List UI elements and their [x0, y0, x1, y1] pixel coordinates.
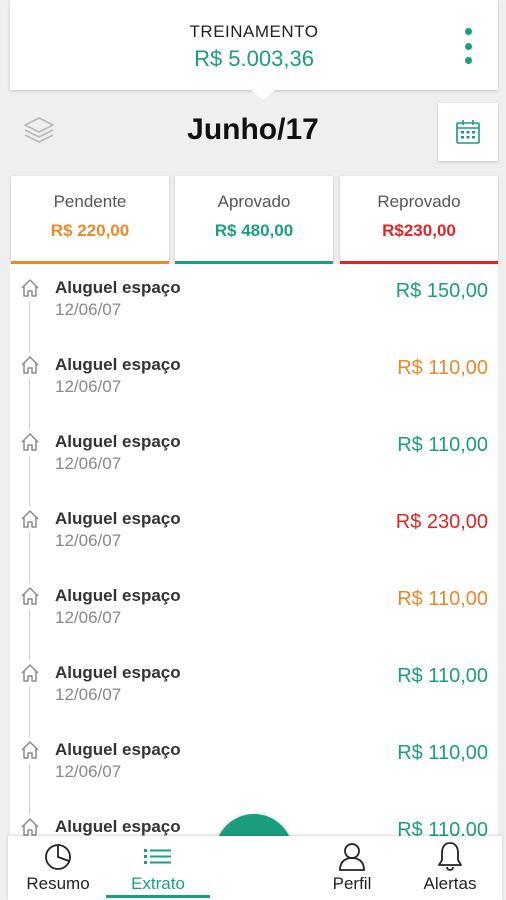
home-icon	[21, 510, 39, 528]
bell-icon	[438, 842, 462, 871]
transaction-name: Aluguel espaço	[55, 817, 181, 836]
account-title: TREINAMENTO	[189, 22, 319, 41]
home-icon	[21, 818, 39, 836]
status-label: Reprovado	[377, 192, 461, 211]
transaction-date: 12/06/07	[55, 685, 122, 704]
user-icon	[339, 843, 365, 871]
home-icon	[21, 664, 39, 682]
nav-item-alertas[interactable]: Alertas	[402, 836, 498, 900]
transaction-amount: R$ 110,00	[397, 588, 488, 610]
transaction-amount: R$ 110,00	[397, 357, 488, 379]
status-value: R$230,00	[382, 221, 456, 240]
transaction-row[interactable]: Aluguel espaço 12/06/07 R$ 110,00	[10, 572, 498, 660]
nav-item-resumo[interactable]: Resumo	[10, 836, 106, 900]
transaction-name: Aluguel espaço	[55, 740, 181, 759]
transaction-name: Aluguel espaço	[55, 509, 181, 528]
nav-label: Extrato	[131, 874, 185, 893]
transaction-date: 12/06/07	[55, 300, 122, 319]
account-balance: R$ 5.003,36	[194, 46, 314, 71]
transaction-date: 12/06/07	[55, 454, 122, 473]
kebab-menu-icon[interactable]	[460, 28, 476, 64]
transaction-amount: R$ 110,00	[397, 742, 488, 764]
transaction-amount: R$ 110,00	[397, 665, 488, 687]
transaction-amount: R$ 230,00	[395, 511, 488, 533]
transaction-amount: R$ 110,00	[397, 434, 488, 456]
nav-label: Perfil	[332, 874, 372, 893]
transaction-row[interactable]: Aluguel espaço 12/06/07 R$ 110,00	[10, 341, 498, 429]
nav-item-perfil[interactable]: Perfil	[304, 836, 400, 900]
transaction-date: 12/06/07	[55, 531, 122, 550]
transaction-name: Aluguel espaço	[55, 355, 181, 374]
month-label: Junho/17	[187, 113, 319, 146]
status-card-aprovado[interactable]: Aprovado R$ 480,00	[175, 176, 333, 264]
pie-chart-icon	[45, 844, 71, 870]
nav-item-extrato[interactable]: Extrato	[106, 836, 210, 900]
home-icon	[21, 356, 39, 374]
transaction-amount: R$ 110,00	[397, 819, 488, 836]
transaction-amount: R$ 150,00	[395, 280, 488, 302]
header-card: TREINAMENTO R$ 5.003,36	[10, 0, 498, 100]
header-notch	[251, 90, 275, 100]
transaction-row[interactable]: Aluguel espaço 12/06/07 R$ 230,00	[10, 495, 498, 583]
transaction-date: 12/06/07	[55, 762, 122, 781]
transaction-row[interactable]: Aluguel espaço 12/06/07 R$ 110,00	[10, 418, 498, 506]
transaction-name: Aluguel espaço	[55, 432, 181, 451]
calendar-icon	[456, 120, 480, 144]
nav-label: Resumo	[26, 874, 90, 893]
list-icon	[144, 849, 171, 864]
home-icon	[21, 587, 39, 605]
transaction-date: 12/06/07	[55, 608, 122, 627]
status-label: Aprovado	[217, 192, 291, 211]
status-value: R$ 220,00	[50, 221, 130, 240]
transaction-name: Aluguel espaço	[55, 278, 181, 297]
transaction-row[interactable]: Aluguel espaço 12/06/07 R$ 150,00	[10, 264, 498, 352]
nav-label: Alertas	[423, 874, 477, 893]
status-value: R$ 480,00	[214, 221, 294, 240]
transaction-date: 12/06/07	[55, 377, 122, 396]
home-icon	[21, 433, 39, 451]
bottom-navigation: Resumo Extrato Perfil Alertas	[8, 836, 502, 900]
home-icon	[21, 741, 39, 759]
home-icon	[21, 279, 39, 297]
active-tab-indicator	[106, 895, 210, 898]
status-card-reprovado[interactable]: Reprovado R$230,00	[340, 176, 498, 264]
transaction-name: Aluguel espaço	[55, 663, 181, 682]
transaction-row[interactable]: Aluguel espaço 12/06/07 R$ 110,00	[10, 726, 498, 814]
transaction-name: Aluguel espaço	[55, 586, 181, 605]
status-card-pendente[interactable]: Pendente R$ 220,00	[11, 176, 169, 264]
transaction-list[interactable]: Aluguel espaço 12/06/07 R$ 150,00 Aluguel e…	[10, 264, 498, 836]
status-label: Pendente	[53, 192, 127, 211]
transaction-row[interactable]: Aluguel espaço 12/06/07 R$ 110,00	[10, 649, 498, 737]
calendar-button[interactable]	[438, 103, 498, 161]
